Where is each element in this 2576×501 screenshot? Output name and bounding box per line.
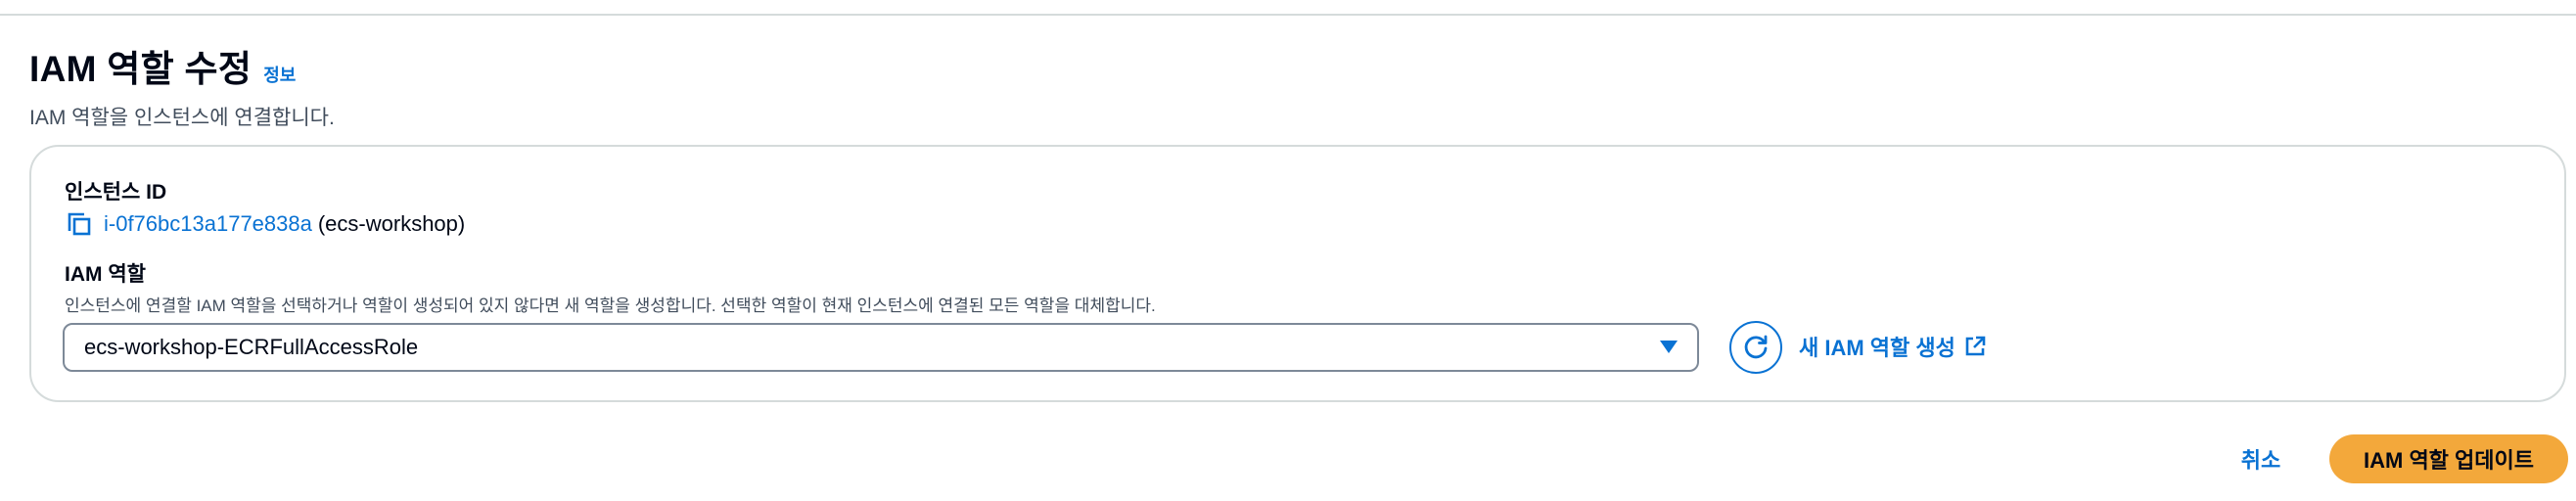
- instance-name: (ecs-workshop): [317, 211, 466, 236]
- update-iam-role-button[interactable]: IAM 역할 업데이트: [2329, 434, 2568, 483]
- page-description: IAM 역할을 인스턴스에 연결합니다.: [29, 107, 335, 129]
- iam-role-label: IAM 역할: [65, 263, 146, 286]
- caret-down-icon: [1660, 341, 1678, 353]
- copy-icon[interactable]: [65, 209, 94, 239]
- instance-id-label: 인스턴스 ID: [65, 181, 167, 204]
- refresh-icon: [1740, 332, 1771, 363]
- refresh-button[interactable]: [1729, 321, 1782, 374]
- page-title: IAM 역할 수정: [29, 49, 253, 89]
- top-divider: [0, 14, 2576, 16]
- iam-role-selected-value: ecs-workshop-ECRFullAccessRole: [84, 335, 419, 359]
- page-header: IAM 역할 수정 정보 IAM 역할을 인스턴스에 연결합니다.: [29, 39, 335, 131]
- role-form-panel: 인스턴스 ID i-0f76bc13a177e838a (ecs-worksho…: [29, 145, 2566, 402]
- info-link[interactable]: 정보: [263, 62, 296, 87]
- iam-role-select[interactable]: ecs-workshop-ECRFullAccessRole: [63, 323, 1699, 372]
- external-link-icon: [1963, 335, 1987, 358]
- iam-role-description: 인스턴스에 연결할 IAM 역할을 선택하거나 역할이 생성되어 있지 않다면 …: [65, 296, 1156, 315]
- instance-id-link[interactable]: i-0f76bc13a177e838a: [104, 211, 312, 237]
- create-iam-role-link[interactable]: 새 IAM 역할 생성: [1799, 331, 1987, 362]
- title-row: IAM 역할 수정 정보: [29, 39, 335, 92]
- instance-id-row: i-0f76bc13a177e838a (ecs-workshop): [65, 209, 465, 239]
- cancel-button[interactable]: 취소: [2222, 434, 2300, 483]
- create-iam-role-label: 새 IAM 역할 생성: [1799, 336, 1955, 360]
